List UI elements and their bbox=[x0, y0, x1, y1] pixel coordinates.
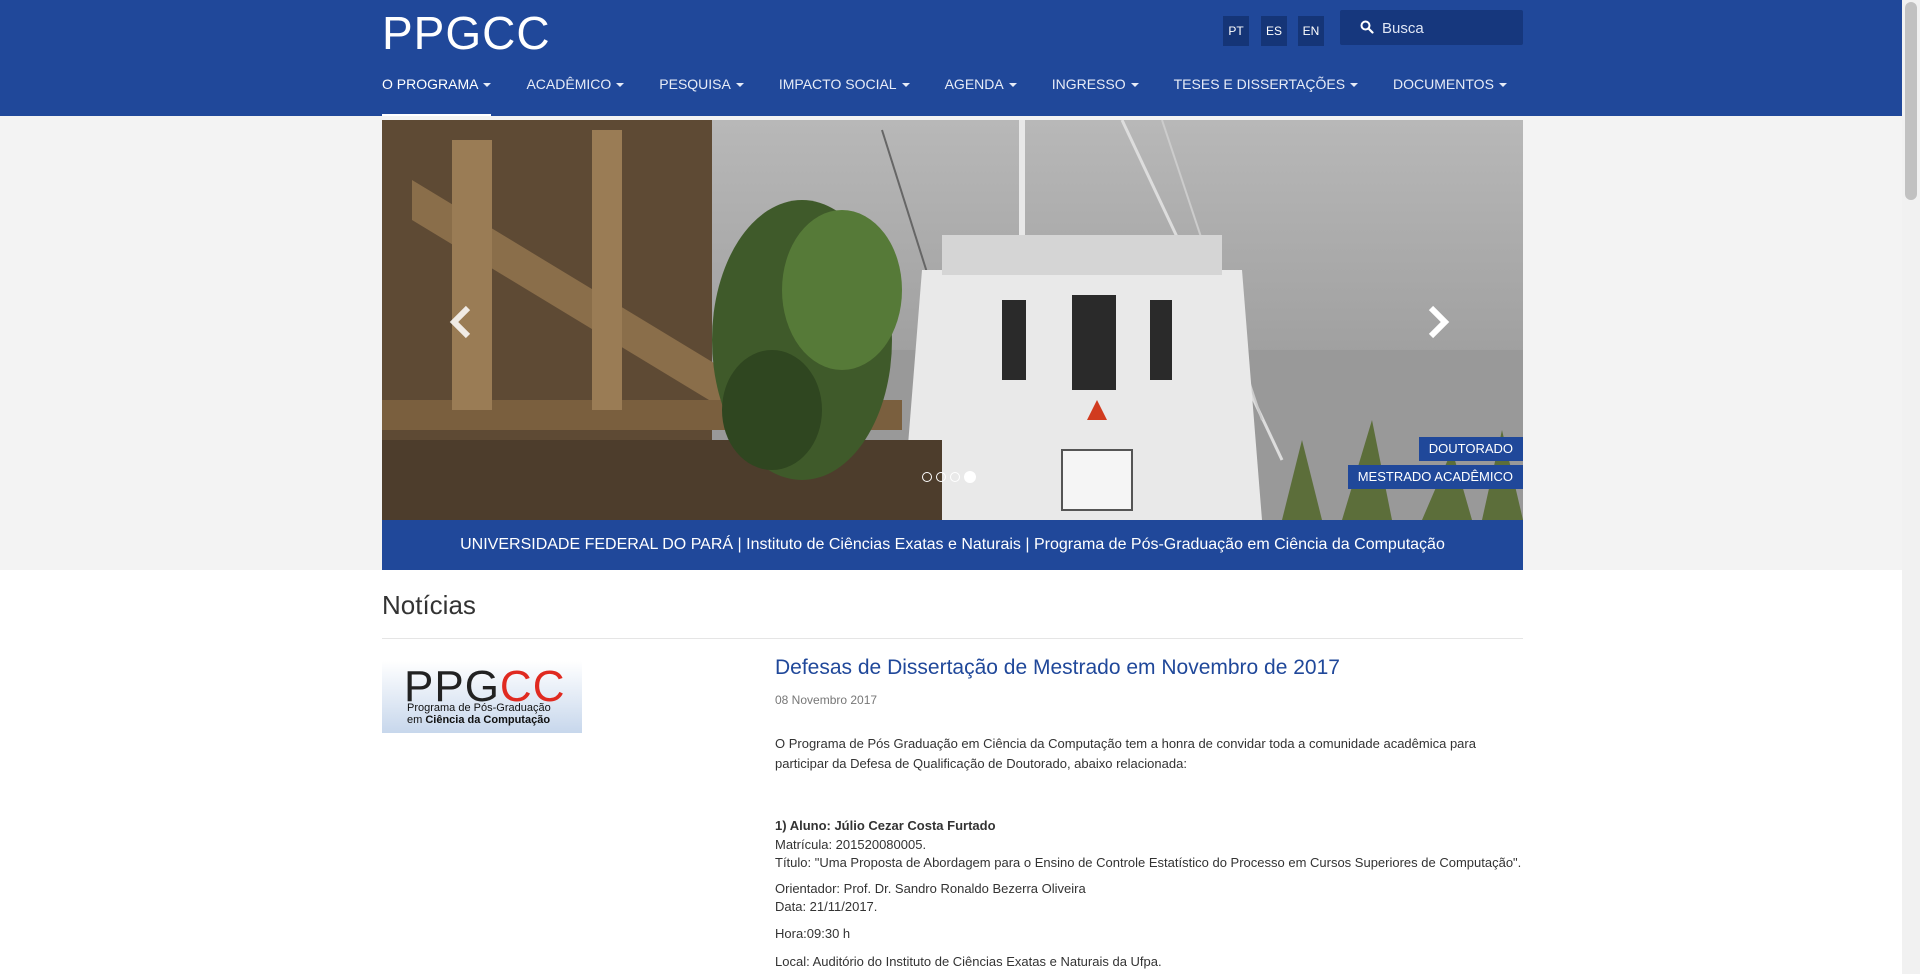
search-icon[interactable] bbox=[1360, 20, 1374, 34]
nav-label: IMPACTO SOCIAL bbox=[778, 76, 897, 92]
caret-down-icon bbox=[1008, 83, 1017, 88]
caret-down-icon bbox=[1350, 83, 1359, 88]
nav-item-pesquisa[interactable]: PESQUISA bbox=[659, 76, 744, 114]
scrollbar-thumb[interactable] bbox=[1905, 2, 1917, 200]
hero-carousel: DOUTORADO MESTRADO ACADÊMICO bbox=[382, 120, 1523, 520]
nav-label: DOCUMENTOS bbox=[1393, 76, 1494, 92]
carousel-dot[interactable] bbox=[922, 472, 932, 482]
divider bbox=[382, 638, 1523, 639]
thumb-line1: Programa de Pós-Graduação bbox=[407, 702, 551, 714]
article-intro: O Programa de Pós Graduação em Ciência d… bbox=[775, 736, 1476, 771]
news-thumbnail[interactable]: PPGCC Programa de Pós-Graduação em Ciênc… bbox=[382, 661, 582, 733]
caret-down-icon bbox=[483, 83, 492, 88]
search-box bbox=[1340, 10, 1523, 45]
carousel-dot[interactable] bbox=[936, 472, 946, 482]
caret-down-icon bbox=[901, 83, 910, 88]
nav-item-ingresso[interactable]: INGRESSO bbox=[1052, 76, 1139, 114]
article-date: 08 Novembro 2017 bbox=[775, 693, 878, 707]
nav-label: ACADÊMICO bbox=[526, 76, 612, 92]
carousel-prev-arrow-icon[interactable] bbox=[442, 300, 482, 344]
article-student: 1) Aluno: Júlio Cezar Costa Furtado bbox=[775, 818, 996, 833]
main-nav: O PROGRAMA ACADÊMICO PESQUISA IMPACTO SO… bbox=[382, 76, 1542, 116]
site-logo[interactable]: PPGCC bbox=[382, 6, 551, 60]
nav-label: O PROGRAMA bbox=[382, 76, 479, 92]
carousel-caption: UNIVERSIDADE FEDERAL DO PARÁ | Instituto… bbox=[382, 520, 1523, 570]
nav-label: AGENDA bbox=[944, 76, 1004, 92]
article-title[interactable]: Defesas de Dissertação de Mestrado em No… bbox=[775, 657, 1525, 678]
carousel-next-arrow-icon[interactable] bbox=[1417, 300, 1457, 344]
article-hora: Hora:09:30 h bbox=[775, 926, 851, 941]
caret-down-icon bbox=[616, 83, 625, 88]
carousel-dot[interactable] bbox=[950, 472, 960, 482]
nav-item-agenda[interactable]: AGENDA bbox=[945, 76, 1017, 114]
nav-item-documentos[interactable]: DOCUMENTOS bbox=[1393, 76, 1507, 114]
carousel-indicators bbox=[922, 471, 976, 483]
page-scrollbar[interactable] bbox=[1902, 0, 1920, 974]
nav-label: TESES E DISSERTAÇÕES bbox=[1173, 76, 1346, 92]
search-input[interactable] bbox=[1380, 16, 1519, 40]
lang-es-button[interactable]: ES bbox=[1261, 16, 1287, 46]
carousel-slide-image bbox=[382, 120, 1523, 520]
tag-doutorado[interactable]: DOUTORADO bbox=[1418, 437, 1523, 461]
article-orientador: Orientador: Prof. Dr. Sandro Ronaldo Bez… bbox=[775, 881, 1086, 896]
caret-down-icon bbox=[1498, 83, 1507, 88]
nav-label: PESQUISA bbox=[659, 76, 731, 92]
thumb-line2-bold: Ciência da Computação bbox=[425, 714, 551, 726]
thumb-subtitle: Programa de Pós-Graduação em Ciência da … bbox=[407, 702, 551, 726]
lang-en-button[interactable]: EN bbox=[1298, 16, 1324, 46]
article-matricula: Matrícula: 201520080005. bbox=[775, 837, 927, 852]
caret-down-icon bbox=[735, 83, 744, 88]
nav-item-academico[interactable]: ACADÊMICO bbox=[526, 76, 625, 114]
caret-down-icon bbox=[1130, 83, 1139, 88]
article-data: Data: 21/11/2017. bbox=[775, 899, 878, 914]
article-titulo: Título: "Uma Proposta de Abordagem para … bbox=[775, 855, 1522, 870]
nav-item-o-programa[interactable]: O PROGRAMA bbox=[382, 76, 492, 116]
nav-label: INGRESSO bbox=[1051, 76, 1126, 92]
nav-item-impacto-social[interactable]: IMPACTO SOCIAL bbox=[779, 76, 910, 114]
news-article: Defesas de Dissertação de Mestrado em No… bbox=[775, 657, 1525, 972]
carousel-dot-active[interactable] bbox=[964, 471, 976, 483]
article-local: Local: Auditório do Instituto de Ciência… bbox=[775, 954, 1162, 969]
section-title: Notícias bbox=[382, 590, 476, 620]
thumb-line2-prefix: em bbox=[407, 714, 426, 726]
nav-item-teses-e-dissertacoes[interactable]: TESES E DISSERTAÇÕES bbox=[1173, 76, 1359, 114]
lang-pt-button[interactable]: PT bbox=[1223, 16, 1249, 46]
thumb-line2: em Ciência da Computação bbox=[407, 714, 551, 726]
tag-mestrado-academico[interactable]: MESTRADO ACADÊMICO bbox=[1347, 465, 1523, 489]
